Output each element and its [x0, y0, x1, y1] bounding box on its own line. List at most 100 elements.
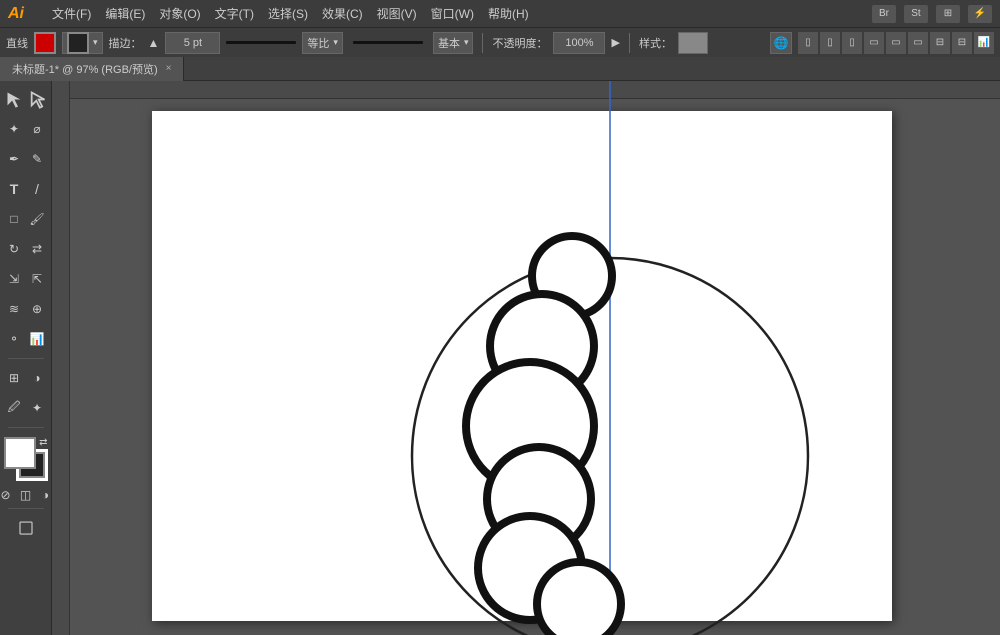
artwork-svg: [52, 81, 1000, 635]
scale-tool[interactable]: ⇲: [4, 265, 25, 293]
gradient-tool[interactable]: ◑: [27, 364, 48, 392]
rotate-tool[interactable]: ↻: [4, 235, 25, 263]
title-right-icons: Br St ⊞ ⚡: [872, 5, 992, 23]
tab-title: 未标题-1* @ 97% (RGB/预览): [12, 61, 158, 77]
type-tool-group: T /: [4, 175, 48, 203]
separator-2: [629, 33, 630, 53]
pen-tool-group: ✒ ✎: [4, 145, 48, 173]
menu-type[interactable]: 文字(T): [215, 5, 254, 22]
document-tab[interactable]: 未标题-1* @ 97% (RGB/预览) ×: [0, 57, 184, 81]
globe-icon-btn[interactable]: 🌐: [770, 32, 792, 54]
align-right-icon[interactable]: ▯: [842, 32, 862, 54]
stroke-width-input[interactable]: [165, 32, 220, 54]
tab-bar: 未标题-1* @ 97% (RGB/预览) ×: [0, 57, 1000, 81]
menu-file[interactable]: 文件(F): [52, 5, 91, 22]
menu-object[interactable]: 对象(O): [159, 5, 200, 22]
free-transform-tool[interactable]: ⊕: [27, 295, 48, 323]
opacity-label: 不透明度：: [492, 35, 547, 51]
fill-color-button[interactable]: [34, 32, 56, 54]
selection-tool[interactable]: [4, 85, 25, 113]
shape-tool-group: □ 🖌: [4, 205, 48, 233]
direct-selection-tool[interactable]: [27, 85, 48, 113]
apps-icon[interactable]: ⊞: [936, 5, 960, 23]
warp-tool-group2: ≋ ⊕: [4, 295, 48, 323]
blend-tool[interactable]: ✦: [27, 394, 48, 422]
reflect-tool[interactable]: ⇄: [27, 235, 48, 263]
rotate-tool-group: ↻ ⇄: [4, 235, 48, 263]
lasso-tool[interactable]: ⌀: [27, 115, 48, 143]
distribute-h-icon[interactable]: ⊟: [930, 32, 950, 54]
none-color-icon[interactable]: ⊘: [0, 487, 14, 503]
line-basic-dropdown[interactable]: 基本: [433, 32, 474, 54]
type-tool[interactable]: T: [4, 175, 25, 203]
right-toolbar: 🌐 ▯ ▯ ▯ ▭ ▭ ▭ ⊟ ⊟ 📊: [770, 32, 994, 54]
line-style-1: [226, 41, 296, 44]
style-box[interactable]: [678, 32, 708, 54]
menu-view[interactable]: 视图(V): [377, 5, 417, 22]
add-anchor-tool[interactable]: ✎: [27, 145, 48, 173]
warp-tool-group: ✦ ⌀: [4, 115, 48, 143]
align-icons: ▯ ▯ ▯ ▭ ▭ ▭ ⊟ ⊟ 📊: [798, 32, 994, 54]
canvas-area: [52, 81, 1000, 635]
opacity-input[interactable]: [553, 32, 605, 54]
small-circle-6: [537, 562, 621, 635]
options-toolbar: 直线 描边： ▲ 等比 基本 不透明度： ▶ 样式： 🌐 ▯ ▯ ▯ ▭ ▭ ▭…: [0, 27, 1000, 57]
eyedropper-group: 🖉 ✦: [4, 394, 48, 422]
app-logo: Ai: [8, 5, 40, 23]
warp-tool2[interactable]: ≋: [4, 295, 25, 323]
fill-color-swatch[interactable]: [4, 437, 36, 469]
mesh-tool[interactable]: ⊞: [4, 364, 25, 392]
style-label: 样式：: [639, 35, 672, 51]
stroke-dropdown[interactable]: [62, 32, 103, 54]
menu-bar: 文件(F) 编辑(E) 对象(O) 文字(T) 选择(S) 效果(C) 视图(V…: [52, 5, 529, 22]
main-area: ✦ ⌀ ✒ ✎ T / □ 🖌 ↻ ⇄ ⇲ ⇱ ≋ ⊕ ⚬ 📊: [0, 81, 1000, 635]
paintbrush-tool[interactable]: 🖌: [27, 205, 48, 233]
align-bottom-icon[interactable]: ▭: [908, 32, 928, 54]
symbol-sprayer-tool[interactable]: ⚬: [4, 325, 25, 353]
scale-tool-group: ⇲ ⇱: [4, 265, 48, 293]
menu-window[interactable]: 窗口(W): [431, 5, 474, 22]
select-tool-group: [4, 85, 48, 113]
artboard-tool[interactable]: [4, 514, 48, 542]
align-top-icon[interactable]: ▭: [864, 32, 884, 54]
tool-name-label: 直线: [6, 35, 28, 51]
title-bar: Ai 文件(F) 编辑(E) 对象(O) 文字(T) 选择(S) 效果(C) 视…: [0, 0, 1000, 27]
tool-divider-2: [8, 427, 44, 428]
fill-stroke-container: ⇄: [4, 437, 48, 481]
color-mode-icons: ⊘ ◫ ◑: [0, 487, 54, 503]
separator-1: [482, 33, 483, 53]
tab-close-button[interactable]: ×: [166, 63, 172, 74]
more-options-btn[interactable]: ▶: [611, 36, 619, 49]
align-middle-icon[interactable]: ▭: [886, 32, 906, 54]
rectangle-tool[interactable]: □: [4, 205, 25, 233]
column-graph-tool[interactable]: 📊: [27, 325, 48, 353]
swap-colors-button[interactable]: ⇄: [39, 437, 47, 448]
line-style-2: [353, 41, 423, 44]
align-center-icon[interactable]: ▯: [820, 32, 840, 54]
distribute-v-icon[interactable]: ⊟: [952, 32, 972, 54]
menu-effect[interactable]: 效果(C): [322, 5, 363, 22]
color-mode-icon[interactable]: ◫: [18, 487, 34, 503]
bridge-icon[interactable]: Br: [872, 5, 896, 23]
left-toolbar: ✦ ⌀ ✒ ✎ T / □ 🖌 ↻ ⇄ ⇲ ⇱ ≋ ⊕ ⚬ 📊: [0, 81, 52, 635]
reshape-tool[interactable]: ⇱: [27, 265, 48, 293]
menu-select[interactable]: 选择(S): [268, 5, 308, 22]
line-tool[interactable]: /: [27, 175, 48, 203]
magic-wand-tool[interactable]: ✦: [4, 115, 25, 143]
color-area: ⇄ ⊘ ◫ ◑: [0, 437, 54, 503]
chart-icon[interactable]: 📊: [974, 32, 994, 54]
tool-divider-1: [8, 358, 44, 359]
line-proportion-dropdown[interactable]: 等比: [302, 32, 343, 54]
menu-help[interactable]: 帮助(H): [488, 5, 529, 22]
tool-divider-3: [8, 508, 44, 509]
pen-tool[interactable]: ✒: [4, 145, 25, 173]
eyedropper-tool[interactable]: 🖉: [4, 394, 25, 422]
stock-icon[interactable]: St: [904, 5, 928, 23]
symbol-tool-group: ⚬ 📊: [4, 325, 48, 353]
align-left-icon[interactable]: ▯: [798, 32, 818, 54]
search-bar-icon[interactable]: ⚡: [968, 5, 992, 23]
mesh-tool-group: ⊞ ◑: [4, 364, 48, 392]
stroke-label: 描边：: [109, 35, 142, 51]
stroke-color-box[interactable]: [67, 32, 89, 54]
menu-edit[interactable]: 编辑(E): [105, 5, 145, 22]
